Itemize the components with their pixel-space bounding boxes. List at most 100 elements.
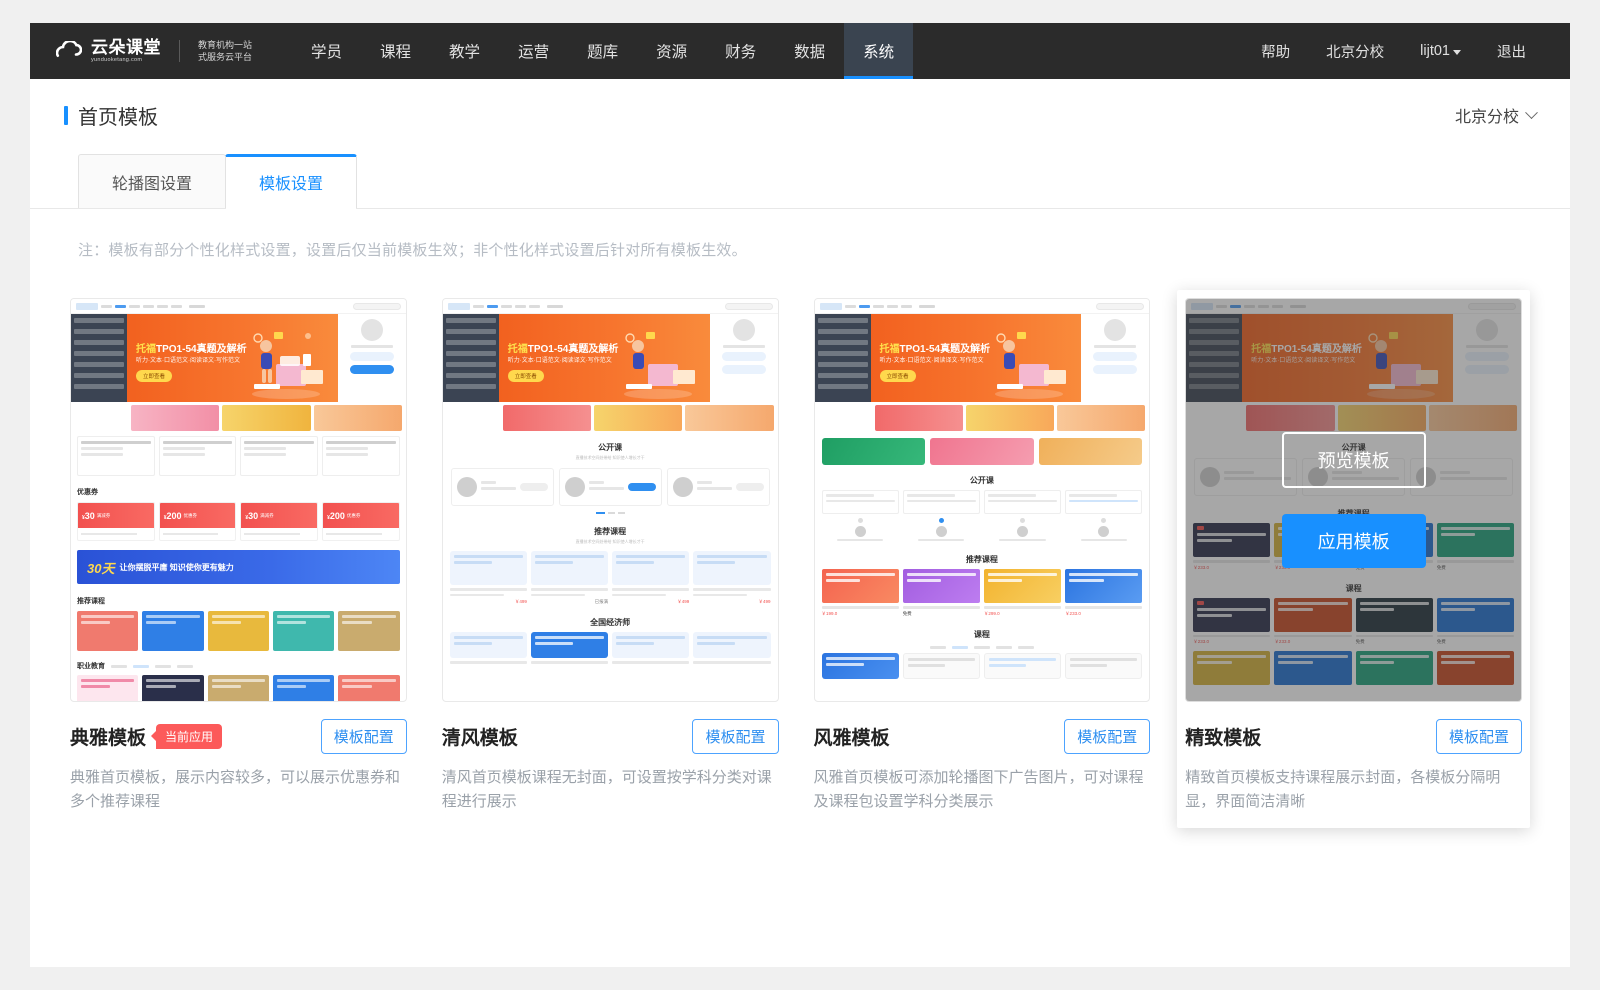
template-description: 风雅首页模板可添加轮播图下广告图片，可对课程及课程包设置学科分类展示 [814,766,1151,814]
mini-app-link [189,305,205,308]
mini-hero-row: 托福TPO1-54真题及解析 听力·文本·口语范文·阅读译文·写作范文 立即查看 [815,314,1150,402]
teacher-action [520,483,548,491]
nav-item-teaching[interactable]: 教学 [430,23,499,79]
mini-coupon-row: ¥30满减券 ¥200优惠券 ¥30满减券 ¥200优惠券 [71,500,406,547]
mini-section-recommended: 推荐课程 [71,590,406,609]
mini-banner-title-prefix: 托福 [880,344,900,355]
mini-category-item [446,329,496,334]
mini-nav-link-active [487,305,498,308]
slogan-line-2: 式服务云平台 [198,51,252,63]
nav-item-finance[interactable]: 财务 [706,23,775,79]
template-thumbnail[interactable]: 托福TPO1-54真题及解析 听力·文本·口语范文·阅读译文·写作范文 立即查看 [814,298,1151,702]
mini-cat-tab [1018,646,1034,649]
nav-item-operations[interactable]: 运营 [499,23,568,79]
mini-nav-link [129,305,140,308]
help-link[interactable]: 帮助 [1243,41,1308,62]
mini-avatar [361,319,383,341]
mini-banner-subtitle: 听力·文本·口语范文·阅读译文·写作范文 [880,355,984,364]
template-thumbnail[interactable]: 托福TPO1-54真题及解析 听力·文本·口语范文·阅读译文·写作范文 立即查看 [70,298,407,702]
template-config-button[interactable]: 模板配置 [1064,719,1150,754]
nav-item-students[interactable]: 学员 [292,23,361,79]
mini-greeting [351,345,393,348]
mini-search-box [725,303,773,310]
mini-logo [448,303,470,310]
teacher-photo [457,477,477,497]
template-name: 清风模板 [442,723,518,750]
tab-bar: 轮播图设置 模板设置 [30,154,1570,209]
cloud-icon [56,41,82,61]
mini-tile [338,611,399,651]
nav-item-resources[interactable]: 资源 [637,23,706,79]
template-config-button[interactable]: 模板配置 [1436,719,1522,754]
template-title-row: 典雅模板 当前应用 模板配置 [70,719,407,754]
mini-category-sidebar [443,314,499,402]
template-config-button[interactable]: 模板配置 [692,719,778,754]
branch-label[interactable]: 北京分校 [1308,41,1402,62]
branch-selector-value: 北京分校 [1455,103,1519,127]
teacher-photo [565,477,585,497]
mini-tile [142,675,203,702]
coupon-label: 优惠券 [184,513,198,519]
mini-logo [76,303,98,310]
user-name: lijt01 [1420,43,1450,59]
branch-selector[interactable]: 北京分校 [1455,103,1536,127]
mini-section-vocational: 职业教育 [77,661,105,671]
mini-cat-tab [974,646,990,649]
template-title-row: 风雅模板 模板配置 [814,719,1151,754]
mini-tile [338,675,399,702]
tab-carousel-settings[interactable]: 轮播图设置 [78,154,226,208]
template-card-footer: 清风模板 模板配置 清风首页模板课程无封面，可设置按学科分类对课程进行展示 [442,702,779,814]
mini-wide-ad-number: 30天 [87,558,114,577]
nav-item-courses[interactable]: 课程 [361,23,430,79]
mini-course-grid: ￥199.0 免费 ￥299.0 ￥233.0 [815,567,1150,621]
preview-template-button[interactable]: 预览模板 [1282,432,1426,488]
mini-timeline-point [984,518,1061,541]
mini-section-recommended: 推荐课程 [815,546,1150,567]
template-name: 风雅模板 [814,723,890,750]
nav-item-data[interactable]: 数据 [775,23,844,79]
brand-logo[interactable]: 云朵课堂 yunduoketang.com 教育机构一站 式服务云平台 [30,23,260,79]
mini-tile [273,611,334,651]
mini-promo-banner-row [815,434,1150,467]
template-title-row: 精致模板 模板配置 [1185,719,1522,754]
mini-hero-row: 托福TPO1-54真题及解析 听力·文本·口语范文·阅读译文·写作范文 立即查看 [443,314,778,402]
mini-category-item [74,329,124,334]
mini-course-tabs [815,642,1150,651]
mini-timeline-card [903,490,980,514]
mini-search-box [353,303,401,310]
template-thumbnail[interactable]: 托福TPO1-54真题及解析 听力·文本·口语范文·阅读译文·写作范文 立即查看 [442,298,779,702]
mini-ad [594,405,682,431]
mini-category-item [818,329,868,334]
mini-course-price: 免费 [903,611,980,617]
nav-item-question-bank[interactable]: 题库 [568,23,637,79]
mini-coupon: ¥30满减券 [77,502,155,541]
mini-nav-link [473,305,484,308]
mini-nav-link [515,305,526,308]
apply-template-button[interactable]: 应用模板 [1282,514,1426,568]
nav-item-system[interactable]: 系统 [844,23,913,79]
template-card-jingzhi: 托福TPO1-54真题及解析 听力·文本·口语范文·阅读译文·写作范文 [1177,290,1530,828]
mini-hero-row: 托福TPO1-54真题及解析 听力·文本·口语范文·阅读译文·写作范文 立即查看 [71,314,406,402]
template-config-button[interactable]: 模板配置 [321,719,407,754]
mini-tile-row-2 [71,673,406,702]
mini-rec-card [984,653,1061,679]
mini-category-item [818,384,868,389]
template-card-footer: 精致模板 模板配置 精致首页模板支持课程展示封面，各模板分隔明显，界面简洁清晰 [1185,702,1522,814]
mini-site-nav [815,299,1150,314]
template-thumbnail[interactable]: 托福TPO1-54真题及解析 听力·文本·口语范文·阅读译文·写作范文 [1185,298,1522,702]
mini-app-link [547,305,563,308]
mini-cat-tab [177,665,193,668]
tab-template-settings[interactable]: 模板设置 [225,154,357,208]
mini-promo-banner [930,438,1034,465]
mini-category-item [446,384,496,389]
user-menu[interactable]: lijt01 [1402,43,1479,59]
main-nav-items: 学员 课程 教学 运营 题库 资源 财务 数据 系统 [292,23,913,79]
mini-nav-link-active [115,305,126,308]
mini-category-item [74,318,124,323]
top-navigation-bar: 云朵课堂 yunduoketang.com 教育机构一站 式服务云平台 学员 课… [30,23,1570,79]
mini-cat-tab [930,646,946,649]
mini-promo-banner [1039,438,1143,465]
mini-timeline-card [984,490,1061,514]
logout-link[interactable]: 退出 [1479,41,1544,62]
mini-user-panel [1081,314,1149,402]
